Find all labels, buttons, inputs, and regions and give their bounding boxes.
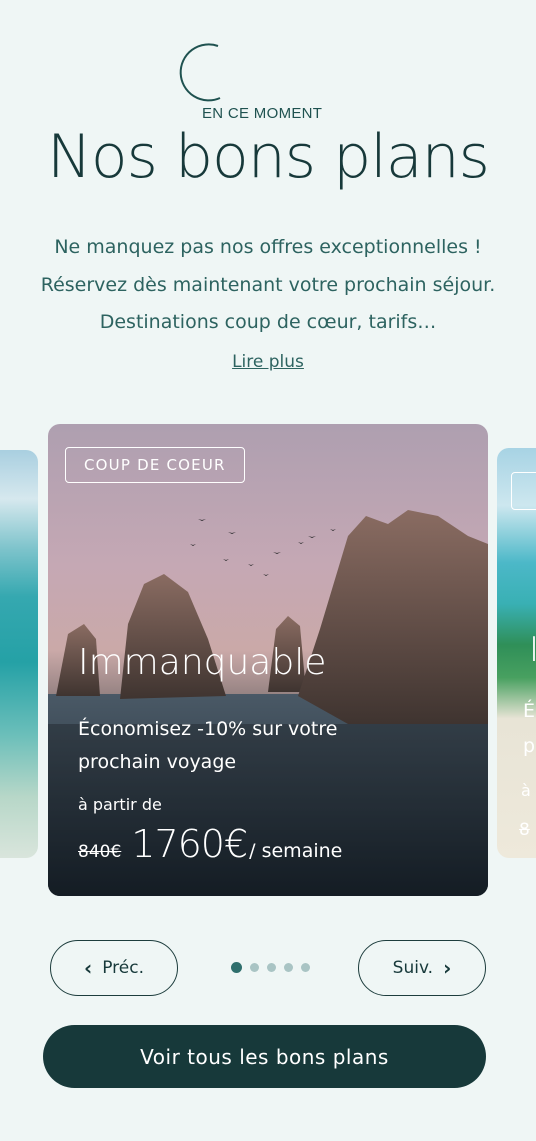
previous-label: Préc.	[102, 958, 145, 978]
page-title: Nos bons plans	[47, 122, 490, 192]
old-price: 840€	[78, 842, 122, 862]
arc-icon	[179, 43, 221, 102]
carousel-pagination	[231, 962, 318, 973]
pagination-dot-5[interactable]	[301, 963, 310, 972]
coup-de-coeur-badge: COUP DE COEUR	[65, 447, 245, 483]
deal-card-active[interactable]: COUP DE COEUR Immanquable Économisez -10…	[48, 424, 488, 896]
side-from-fragment: à	[521, 781, 531, 800]
pagination-dot-2[interactable]	[250, 963, 259, 972]
section-eyebrow: EN CE MOMENT	[0, 40, 536, 122]
price-row: 840€ 1760€ / semaine	[78, 822, 342, 866]
side-desc-fragment-1: É	[523, 700, 536, 722]
previous-button[interactable]: ‹ Préc.	[50, 940, 178, 996]
side-title-fragment: I	[529, 630, 536, 670]
read-more-container: Lire plus	[0, 352, 536, 372]
next-label: Suiv.	[392, 958, 434, 978]
deal-title: Immanquable	[78, 642, 327, 683]
price-from-label: à partir de	[78, 795, 162, 814]
price-period: / semaine	[249, 840, 343, 862]
deal-description: Économisez -10% sur votre prochain voyag…	[78, 718, 338, 773]
intro-text: Ne manquez pas nos offres exceptionnelle…	[40, 236, 496, 333]
chevron-right-icon: ›	[443, 956, 452, 980]
next-button[interactable]: Suiv. ›	[358, 940, 486, 996]
carousel-slide-next-peek[interactable]: I É p à 8	[497, 448, 536, 858]
pagination-dot-4[interactable]	[284, 963, 293, 972]
current-price: 1760€	[131, 822, 248, 866]
side-price-fragment: 8	[519, 820, 530, 840]
carousel-slide-prev-peek[interactable]	[0, 450, 38, 858]
side-desc-fragment-2: p	[523, 735, 536, 757]
pagination-dot-1[interactable]	[231, 962, 242, 973]
chevron-left-icon: ‹	[83, 956, 93, 980]
eyebrow-label: EN CE MOMENT	[202, 105, 323, 122]
side-badge	[511, 472, 536, 510]
see-all-deals-button[interactable]: Voir tous les bons plans	[43, 1025, 486, 1088]
read-more-link[interactable]: Lire plus	[232, 352, 304, 372]
pagination-dot-3[interactable]	[267, 963, 276, 972]
